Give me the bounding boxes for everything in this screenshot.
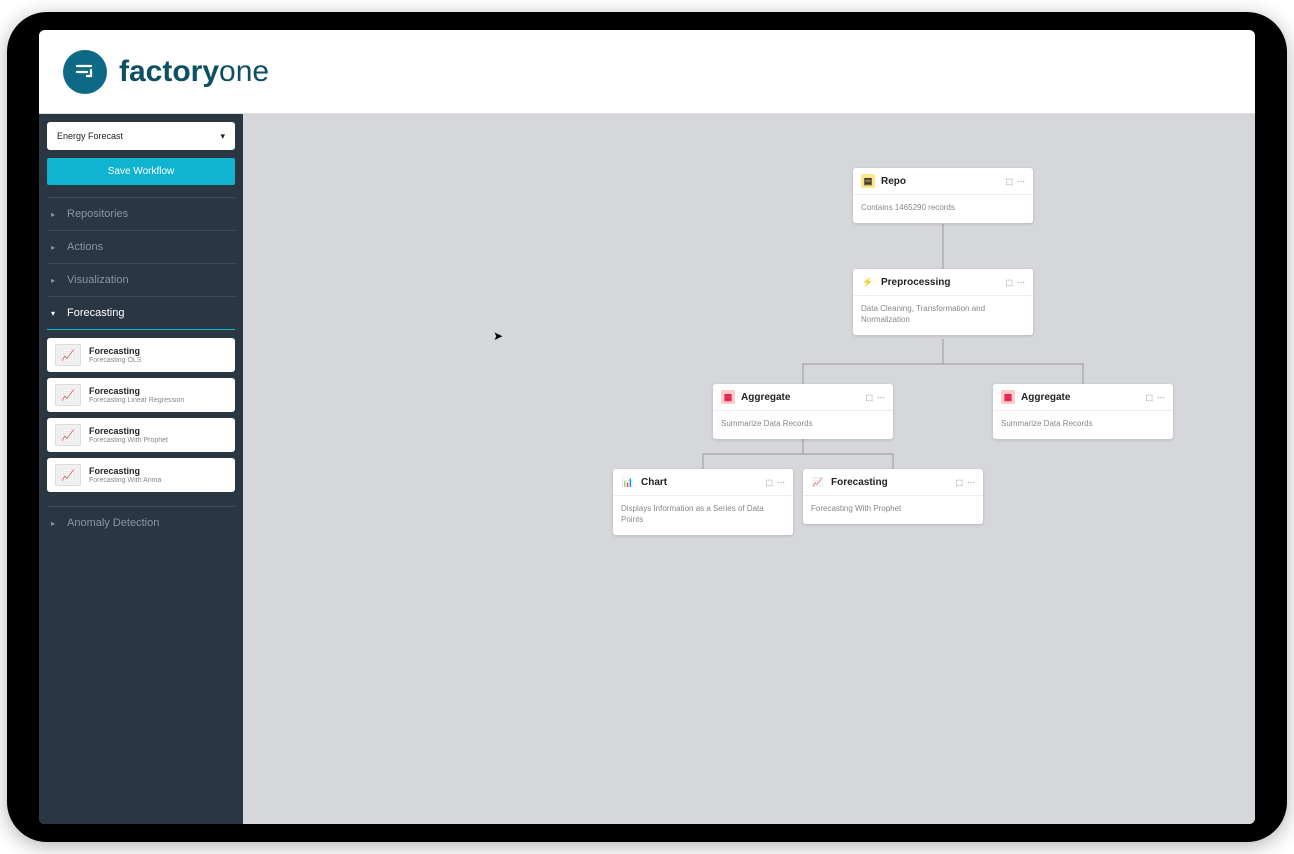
forecast-item[interactable]: 📈 Forecasting Forecasting OLS — [47, 338, 235, 372]
forecast-title: Forecasting — [89, 386, 227, 396]
cursor-icon: ➤ — [493, 329, 503, 343]
chart-line-icon: 📈 — [55, 344, 81, 366]
sidebar-section-repositories[interactable]: ▸ Repositories — [47, 197, 235, 230]
forecast-title: Forecasting — [89, 346, 227, 356]
node-body: Summarize Data Records — [993, 410, 1173, 439]
forecast-title: Forecasting — [89, 426, 227, 436]
chart-line-icon: 📈 — [55, 384, 81, 406]
sidebar: Energy Forecast ▾ Save Workflow ▸ Reposi… — [39, 114, 243, 824]
node-aggregate-right[interactable]: ▦ Aggregate ⬚ ⋯ Summarize Data Records — [993, 384, 1173, 439]
menu-icon[interactable]: ⋯ — [1017, 177, 1025, 186]
bolt-icon: ⚡ — [861, 275, 875, 289]
workflow-selected-label: Energy Forecast — [57, 131, 123, 141]
node-body: Displays Information as a Series of Data… — [613, 495, 793, 535]
node-body: Contains 1465290 records — [853, 194, 1033, 223]
sidebar-section-visualization[interactable]: ▸ Visualization — [47, 263, 235, 296]
chart-line-icon: 📈 — [55, 464, 81, 486]
expand-icon[interactable]: ⬚ — [955, 478, 963, 487]
node-title: Repo — [881, 176, 906, 187]
logo-icon — [63, 50, 107, 94]
node-title: Aggregate — [741, 392, 790, 403]
forecast-item[interactable]: 📈 Forecasting Forecasting With Arima — [47, 458, 235, 492]
forecast-item[interactable]: 📈 Forecasting Forecasting With Prophet — [47, 418, 235, 452]
sidebar-section-anomaly[interactable]: ▸ Anomaly Detection — [47, 506, 235, 539]
caret-icon: ▸ — [51, 519, 61, 528]
node-body: Summarize Data Records — [713, 410, 893, 439]
expand-icon[interactable]: ⬚ — [1005, 278, 1013, 287]
sidebar-section-actions[interactable]: ▸ Actions — [47, 230, 235, 263]
header: factoryone — [39, 30, 1255, 114]
node-repo[interactable]: ▤ Repo ⬚ ⋯ Contains 1465290 records — [853, 168, 1033, 223]
expand-icon[interactable]: ⬚ — [1005, 177, 1013, 186]
forecast-subtitle: Forecasting Linear Regression — [89, 397, 227, 404]
logo-text: factoryone — [119, 55, 269, 89]
node-body: Data Cleaning, Transformation and Normal… — [853, 295, 1033, 335]
menu-icon[interactable]: ⋯ — [1017, 278, 1025, 287]
main: Energy Forecast ▾ Save Workflow ▸ Reposi… — [39, 114, 1255, 824]
node-preprocessing[interactable]: ⚡ Preprocessing ⬚ ⋯ Data Cleaning, Trans… — [853, 269, 1033, 335]
chart-line-icon: 📈 — [55, 424, 81, 446]
forecast-icon: 📈 — [811, 475, 825, 489]
forecast-subtitle: Forecasting OLS — [89, 357, 227, 364]
menu-icon[interactable]: ⋯ — [967, 478, 975, 487]
workflow-canvas[interactable]: ➤ ▤ Repo ⬚ — [243, 114, 1255, 824]
workflow-select[interactable]: Energy Forecast ▾ — [47, 122, 235, 150]
caret-icon: ▸ — [51, 243, 61, 252]
caret-icon: ▸ — [51, 276, 61, 285]
expand-icon[interactable]: ⬚ — [865, 393, 873, 402]
forecast-title: Forecasting — [89, 466, 227, 476]
menu-icon[interactable]: ⋯ — [1157, 393, 1165, 402]
sidebar-section-forecasting[interactable]: ▾ Forecasting — [47, 296, 235, 330]
caret-down-icon: ▾ — [51, 309, 61, 318]
node-title: Aggregate — [1021, 392, 1070, 403]
section-label: Repositories — [67, 208, 128, 220]
section-label: Visualization — [67, 274, 129, 286]
node-aggregate-left[interactable]: ▦ Aggregate ⬚ ⋯ Summarize Data Records — [713, 384, 893, 439]
chevron-down-icon: ▾ — [220, 131, 225, 142]
tablet-frame: factoryone Energy Forecast ▾ Save Workfl… — [7, 12, 1287, 842]
aggregate-icon: ▦ — [1001, 390, 1015, 404]
menu-icon[interactable]: ⋯ — [777, 478, 785, 487]
expand-icon[interactable]: ⬚ — [1145, 393, 1153, 402]
section-label: Actions — [67, 241, 103, 253]
caret-icon: ▸ — [51, 210, 61, 219]
menu-icon[interactable]: ⋯ — [877, 393, 885, 402]
node-title: Preprocessing — [881, 277, 950, 288]
aggregate-icon: ▦ — [721, 390, 735, 404]
forecast-items: 📈 Forecasting Forecasting OLS 📈 Forecast… — [47, 330, 235, 506]
node-chart[interactable]: 📊 Chart ⬚ ⋯ Displays Information as a Se… — [613, 469, 793, 535]
forecast-subtitle: Forecasting With Arima — [89, 477, 227, 484]
node-body: Forecasting With Prophet — [803, 495, 983, 524]
section-label: Anomaly Detection — [67, 517, 159, 529]
save-workflow-button[interactable]: Save Workflow — [47, 158, 235, 185]
chart-icon: 📊 — [621, 475, 635, 489]
forecast-item[interactable]: 📈 Forecasting Forecasting Linear Regress… — [47, 378, 235, 412]
forecast-subtitle: Forecasting With Prophet — [89, 437, 227, 444]
node-title: Chart — [641, 477, 667, 488]
logo-light: one — [219, 55, 269, 88]
logo-bold: factory — [119, 55, 219, 88]
expand-icon[interactable]: ⬚ — [765, 478, 773, 487]
node-forecasting[interactable]: 📈 Forecasting ⬚ ⋯ Forecasting With Proph… — [803, 469, 983, 524]
node-title: Forecasting — [831, 477, 888, 488]
section-label: Forecasting — [67, 307, 124, 319]
database-icon: ▤ — [861, 174, 875, 188]
screen: factoryone Energy Forecast ▾ Save Workfl… — [39, 30, 1255, 824]
